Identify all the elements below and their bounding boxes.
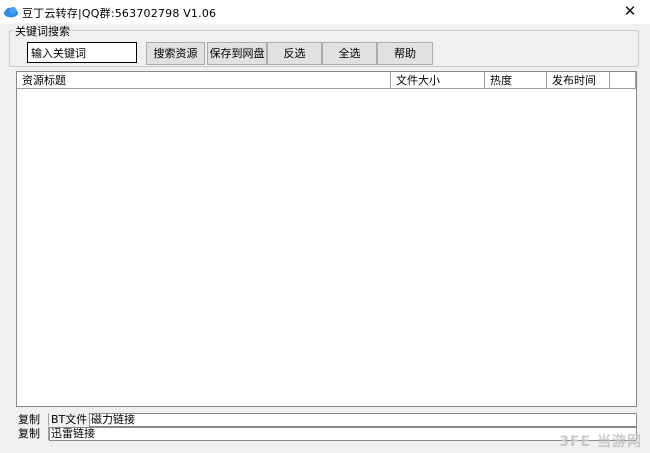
column-header-date[interactable]: 发布时间: [547, 72, 610, 89]
results-header: 资源标题 文件大小 热度 发布时间: [17, 72, 636, 89]
save-to-netdisk-button[interactable]: 保存到网盘: [207, 42, 267, 65]
column-header-size[interactable]: 文件大小: [391, 72, 485, 89]
magnet-link-field[interactable]: 磁力链接: [89, 413, 637, 427]
copy-button-2[interactable]: 复制: [18, 427, 40, 440]
results-list[interactable]: 资源标题 文件大小 热度 发布时间: [16, 71, 637, 407]
site-watermark: 3FE 当游网: [559, 434, 642, 450]
bt-file-label[interactable]: BT文件: [51, 413, 87, 426]
thunder-link-field[interactable]: 迅雷链接: [49, 427, 637, 441]
select-all-button[interactable]: 全选: [322, 42, 377, 65]
close-button[interactable]: ✕: [610, 0, 650, 24]
column-header-heat[interactable]: 热度: [485, 72, 547, 89]
window-title: 豆丁云转存|QQ群:563702798 V1.06: [22, 7, 217, 20]
column-header-filler: [610, 72, 636, 89]
keyword-search-legend: 关键词搜索: [13, 23, 72, 39]
magnet-link-label: 磁力链接: [91, 413, 135, 426]
invert-selection-button[interactable]: 反选: [267, 42, 322, 65]
thunder-link-label: 迅雷链接: [51, 427, 95, 440]
cloud-icon: [4, 6, 18, 18]
search-resources-button[interactable]: 搜索资源: [146, 42, 205, 65]
keyword-input[interactable]: [27, 42, 137, 63]
copy-button-1[interactable]: 复制: [18, 413, 40, 426]
close-icon: ✕: [623, 2, 637, 20]
help-button[interactable]: 帮助: [377, 42, 433, 65]
title-bar: 豆丁云转存|QQ群:563702798 V1.06 ✕: [0, 0, 650, 24]
link-row-2: 复制 迅雷链接: [16, 427, 637, 441]
row1-divider: [48, 413, 49, 426]
column-header-title[interactable]: 资源标题: [17, 72, 391, 89]
link-row-1: 复制 BT文件 磁力链接: [16, 413, 637, 427]
